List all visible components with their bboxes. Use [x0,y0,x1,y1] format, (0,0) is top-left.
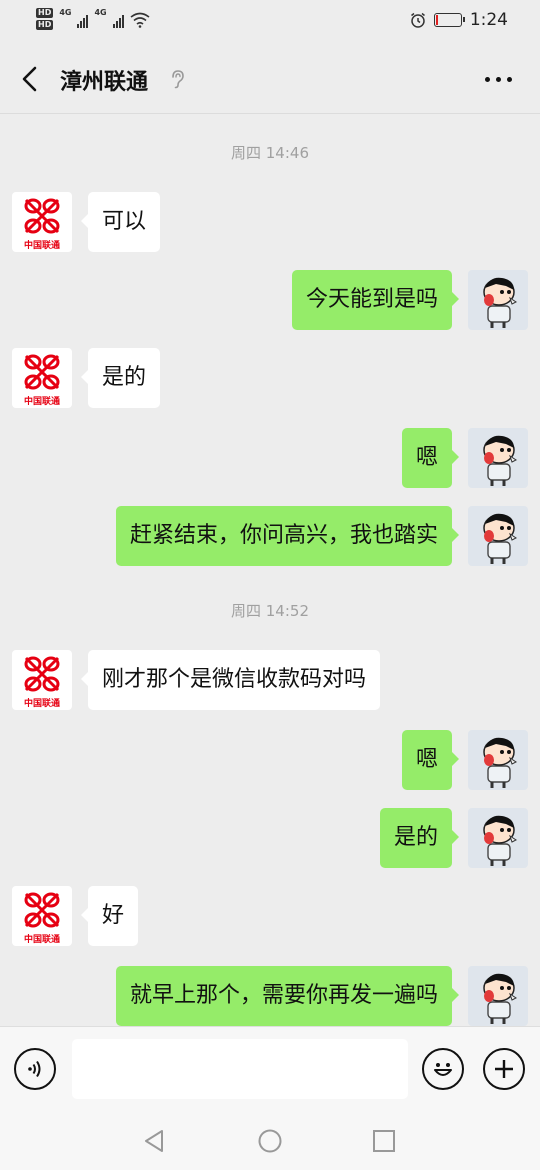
cartoon-boy-avatar [483,973,517,1024]
more-icon[interactable] [485,77,512,82]
plus-icon[interactable] [483,1048,525,1090]
cartoon-boy-avatar [483,737,517,788]
my-avatar[interactable] [468,428,528,488]
home-circle-icon[interactable] [256,1127,284,1155]
input-bar [0,1026,540,1110]
my-avatar[interactable] [468,966,528,1026]
signal-icon [77,14,89,28]
timestamp: 周四 14:52 [231,602,309,620]
contact-avatar[interactable]: 中国联通 [12,348,72,408]
my-avatar[interactable] [468,270,528,330]
message-list[interactable]: 周四 14:46 中国联通 可以 今天能到是吗 中国联通 是的 嗯 赶紧结束，你… [0,114,540,1026]
network-type: 4G [59,8,72,17]
ear-icon [172,70,184,89]
system-navigation-bar [0,1110,540,1170]
battery-icon [433,13,465,27]
my-avatar[interactable] [468,730,528,790]
svg-text:中国联通: 中国联通 [24,933,60,945]
china-unicom-logo: 中国联通 [24,656,60,709]
svg-text:中国联通: 中国联通 [24,239,60,251]
message-bubble[interactable]: 嗯 [401,428,460,488]
message-bubble[interactable]: 好 [80,886,139,946]
contact-avatar[interactable]: 中国联通 [12,650,72,710]
message-bubble[interactable]: 赶紧结束，你问高兴，我也踏实 [115,506,460,566]
message-bubble[interactable]: 今天能到是吗 [291,270,460,330]
message-bubble[interactable]: 是的 [379,808,460,868]
my-avatar[interactable] [468,506,528,566]
my-avatar[interactable] [468,808,528,868]
back-triangle-icon[interactable] [140,1127,168,1155]
message-bubble[interactable]: 嗯 [401,730,460,790]
hd-badge: HD [36,8,54,18]
alarm-icon [410,12,425,28]
cartoon-boy-avatar [483,435,517,486]
message-bubble[interactable]: 可以 [80,192,161,252]
network-type: 4G [94,8,107,17]
china-unicom-logo: 中国联通 [24,198,60,251]
svg-text:中国联通: 中国联通 [24,697,60,709]
china-unicom-logo: 中国联通 [24,354,60,407]
signal-icon [112,14,124,28]
contact-avatar[interactable]: 中国联通 [12,886,72,946]
clock: 1:24 [469,10,508,30]
emoji-icon[interactable] [422,1048,464,1090]
hd-badge: HD [36,20,54,30]
chat-header: 漳州联通 [0,44,540,114]
svg-text:中国联通: 中国联通 [24,395,60,407]
timestamp: 周四 14:46 [231,144,309,162]
recents-square-icon[interactable] [370,1127,398,1155]
chat-title: 漳州联通 [60,70,149,95]
chevron-left-icon[interactable] [14,62,46,96]
contact-avatar[interactable]: 中国联通 [12,192,72,252]
voice-icon[interactable] [14,1048,56,1090]
message-bubble[interactable]: 刚才那个是微信收款码对吗 [80,650,381,710]
status-bar: HD HD 4G 4G 1:24 [0,0,540,44]
cartoon-boy-avatar [483,277,517,328]
china-unicom-logo: 中国联通 [24,892,60,945]
message-bubble[interactable]: 就早上那个，需要你再发一遍吗 [115,966,460,1026]
wifi-icon [130,12,150,28]
cartoon-boy-avatar [483,513,517,564]
cartoon-boy-avatar [483,815,517,866]
message-bubble[interactable]: 是的 [80,348,161,408]
message-input[interactable] [72,1039,408,1099]
